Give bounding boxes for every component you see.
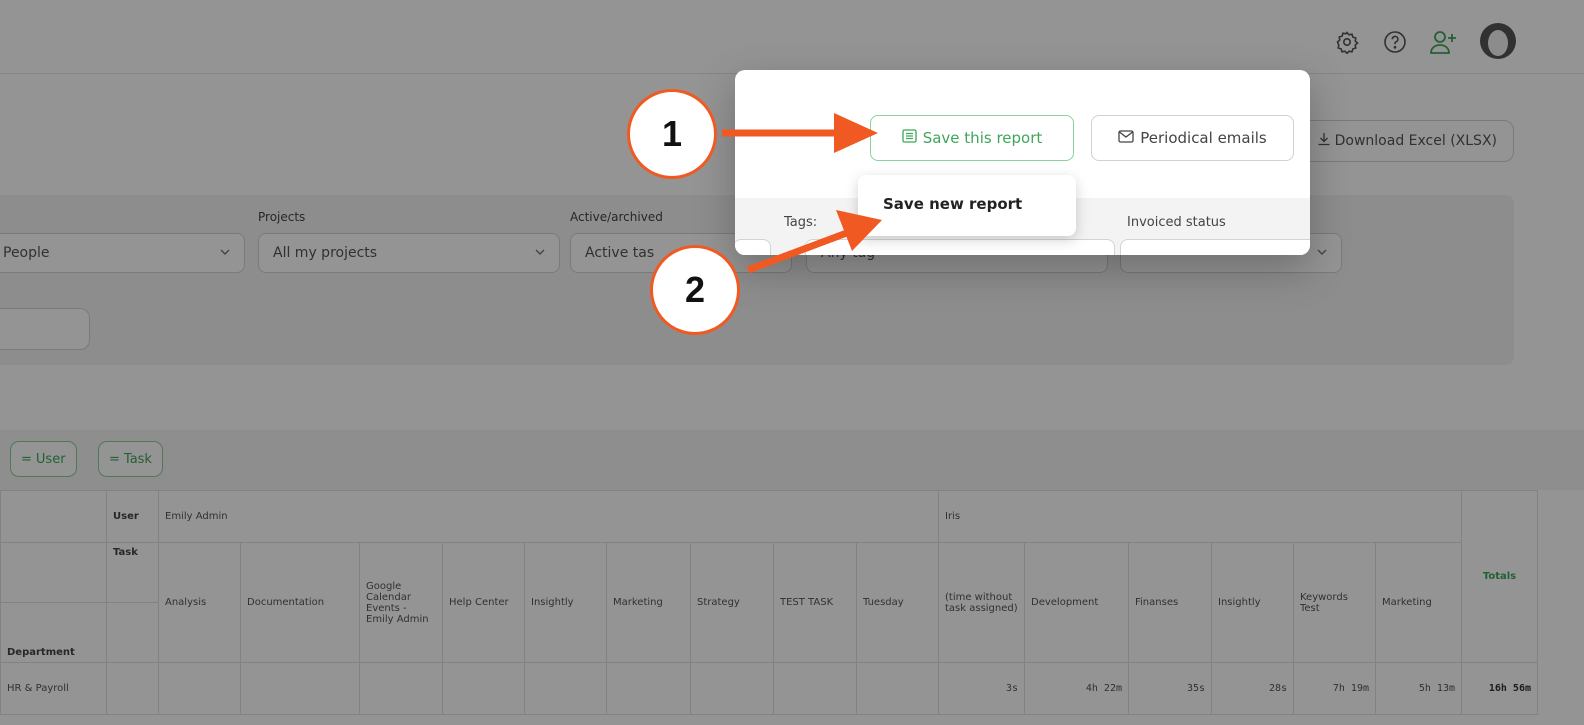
arrow-step-2 xyxy=(746,210,882,274)
step-badge-1: 1 xyxy=(627,89,717,179)
arrow-step-1 xyxy=(722,113,878,153)
step-badge-2: 2 xyxy=(650,245,740,335)
annotation-arrows xyxy=(722,113,882,274)
